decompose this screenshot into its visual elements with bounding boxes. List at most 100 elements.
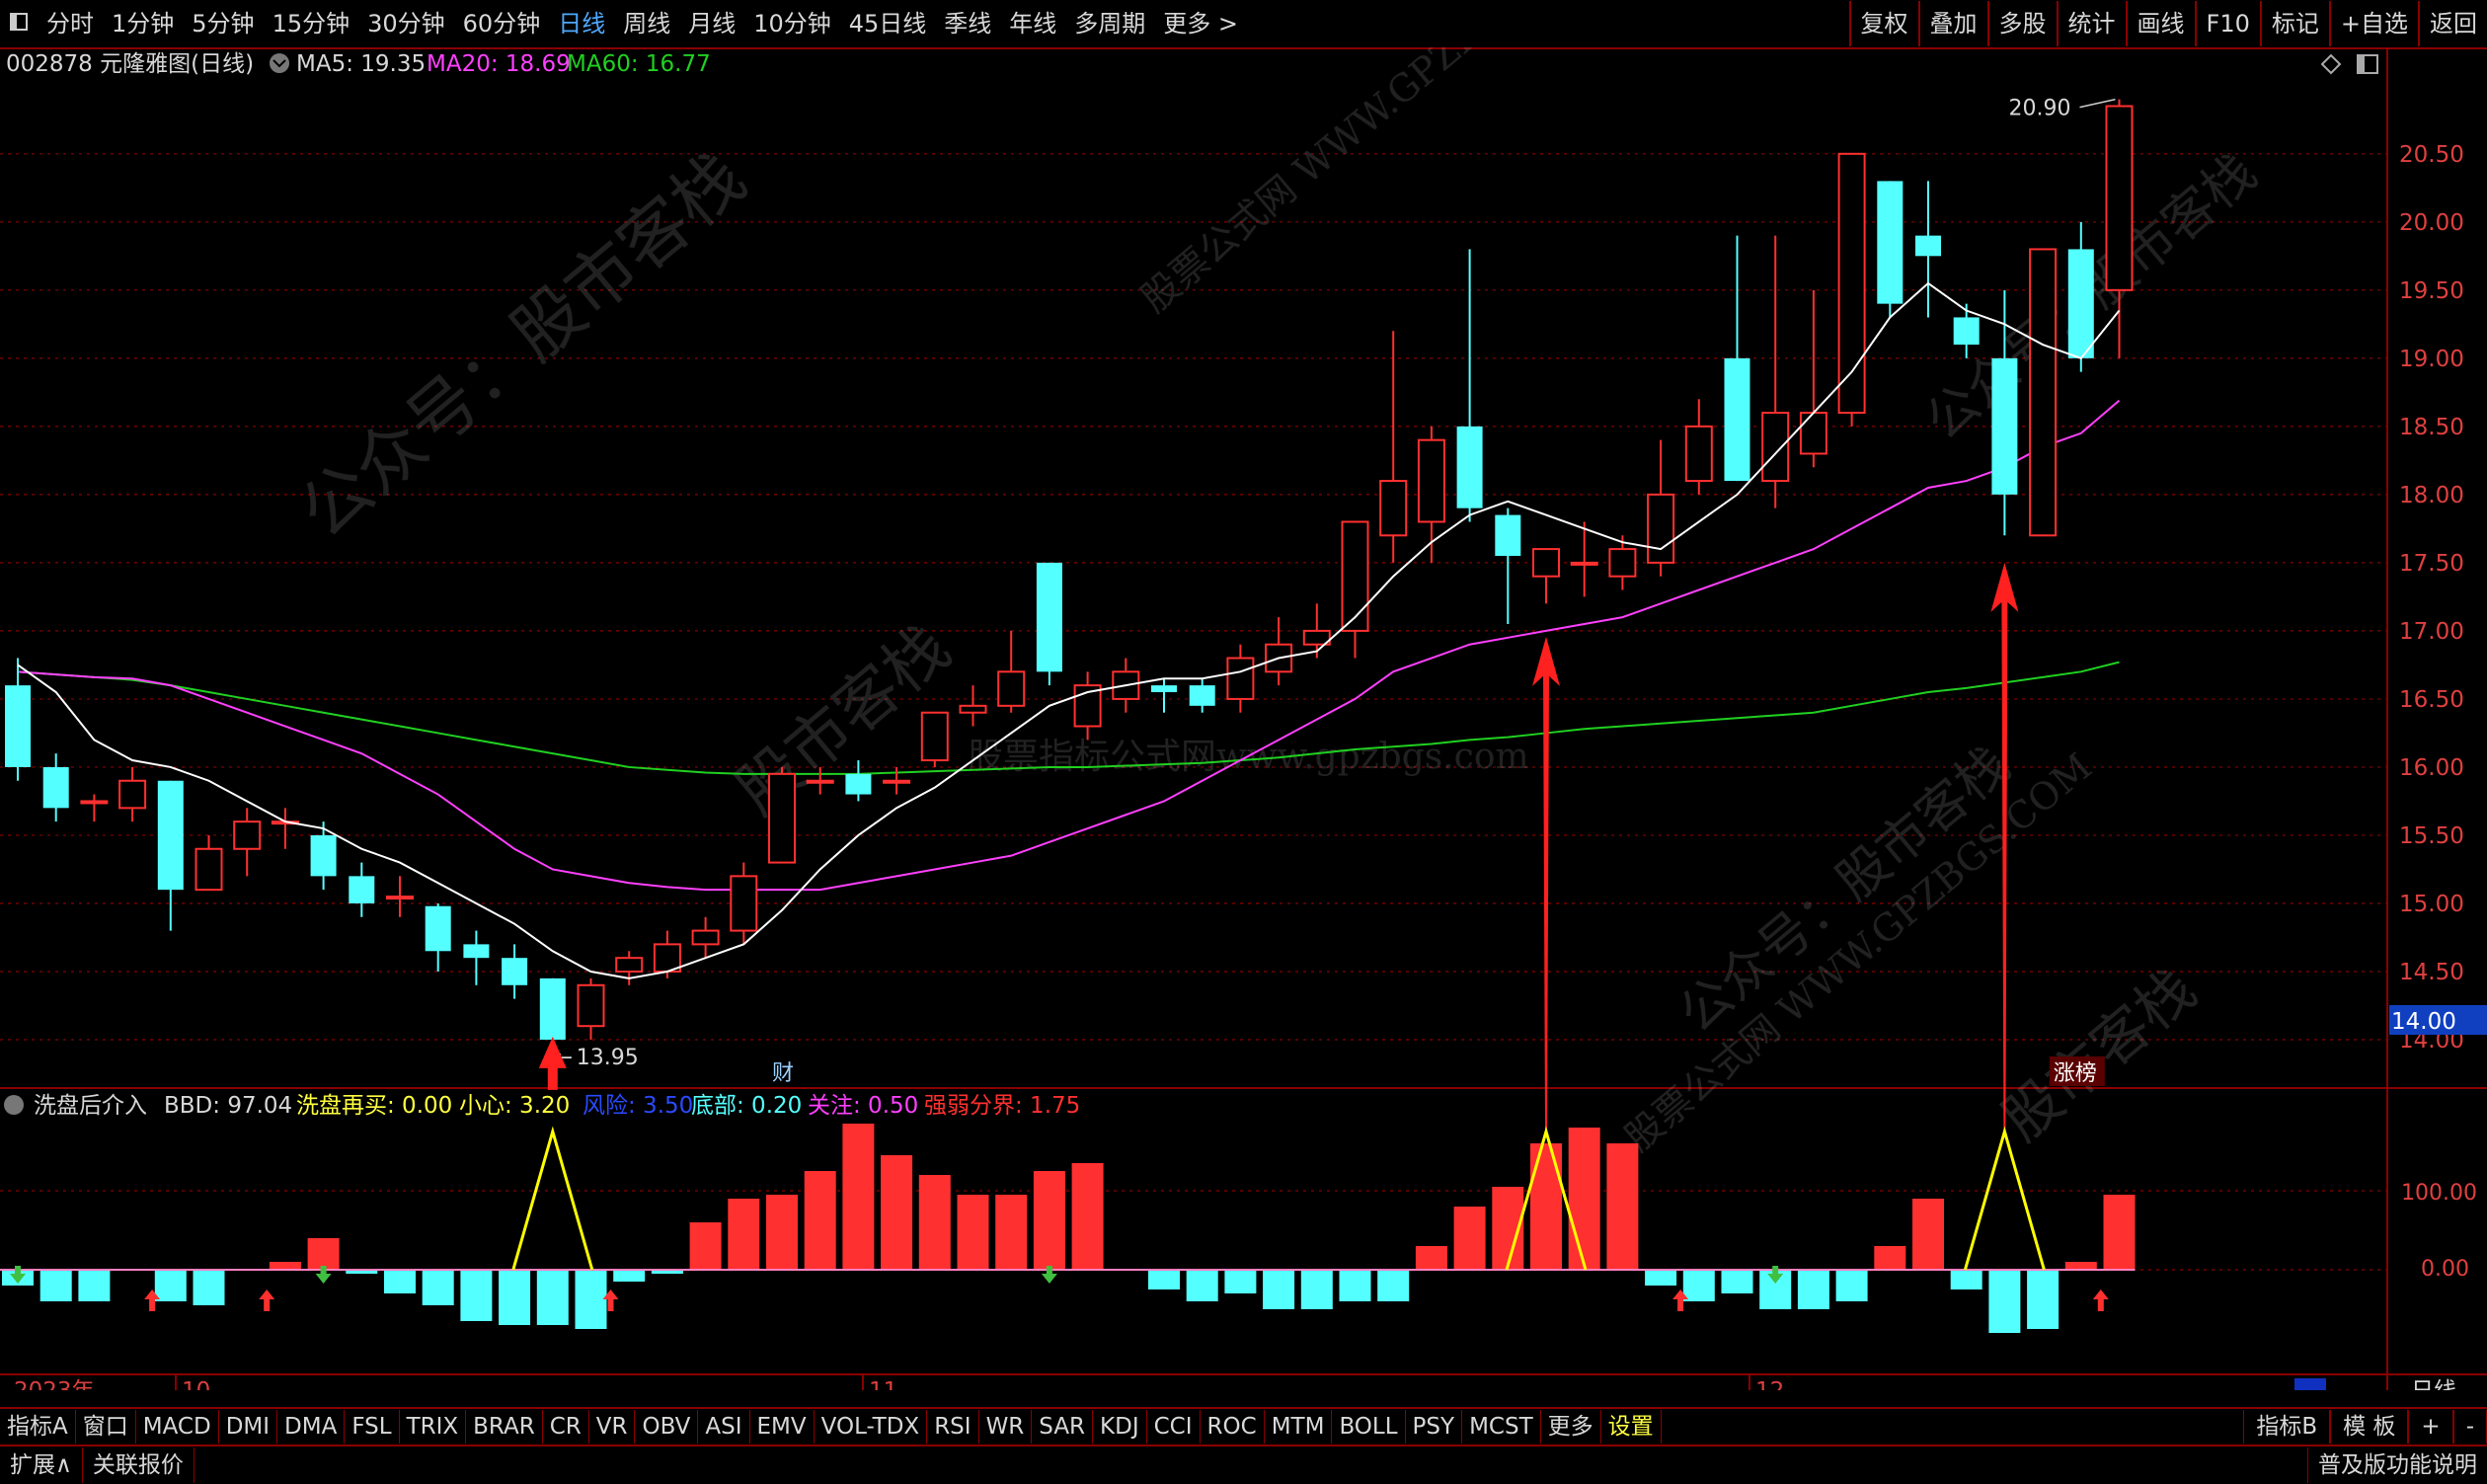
window-icon[interactable]: [0, 1, 38, 46]
period-button[interactable]: 5分钟: [183, 1, 263, 46]
candle-body: [502, 958, 528, 985]
indicator-qiangruo: 强弱分界: 1.75: [924, 1093, 1080, 1119]
indicator-bar: [1377, 1270, 1410, 1301]
candle: [1799, 289, 1827, 468]
indicator-right-button[interactable]: 指标B: [2243, 1410, 2331, 1444]
indicator-tab[interactable]: DMI: [219, 1410, 278, 1444]
indicator-right-button[interactable]: -: [2452, 1410, 2487, 1444]
candle: [425, 902, 451, 972]
period-button[interactable]: 15分钟: [264, 1, 359, 46]
diamond-icon[interactable]: [2320, 53, 2342, 75]
indicator-tab[interactable]: PSY: [1406, 1410, 1463, 1444]
indicator-bar: [1224, 1270, 1257, 1293]
candle-body: [1417, 438, 1445, 523]
period-button[interactable]: 月线: [679, 1, 744, 46]
candle: [310, 821, 337, 891]
indicator-tab[interactable]: ROC: [1201, 1410, 1265, 1444]
indicator-tab[interactable]: MCST: [1462, 1410, 1541, 1444]
indicator-tab[interactable]: MTM: [1265, 1410, 1333, 1444]
watermark-text: 公众号：股市客栈: [284, 136, 760, 554]
related-quote-button[interactable]: 关联报价: [83, 1447, 194, 1483]
candle-body: [463, 944, 490, 959]
toolbar-button[interactable]: 返回: [2418, 1, 2487, 46]
indicator-bar: [39, 1270, 72, 1301]
indicator-bar: [1912, 1199, 1944, 1270]
candle-body: [615, 957, 644, 973]
indicator-bar: [1950, 1270, 1982, 1289]
period-button[interactable]: 季线: [935, 1, 1000, 46]
candle-body: [539, 977, 566, 1040]
price-axis-label: 20.50: [2399, 142, 2464, 168]
toolbar-button[interactable]: 画线: [2125, 1, 2195, 46]
period-button[interactable]: 30分钟: [358, 1, 454, 46]
candle-body: [1837, 152, 1866, 415]
period-button[interactable]: 多周期: [1065, 1, 1154, 46]
indicator-tab[interactable]: VOL-TDX: [815, 1410, 928, 1444]
up-arrow-icon: [2092, 1289, 2109, 1311]
indicator-bar: [460, 1270, 493, 1321]
indicator-bar: [1568, 1128, 1600, 1270]
indicator-bar: [2103, 1195, 2136, 1270]
toolbar-button[interactable]: 叠加: [1917, 1, 1987, 46]
indicator-bar: [1148, 1270, 1180, 1289]
indicator-tab[interactable]: 窗口: [76, 1410, 136, 1444]
period-button[interactable]: 1分钟: [103, 1, 183, 46]
indicator-right-button[interactable]: 模 板: [2330, 1410, 2409, 1444]
indicator-tab[interactable]: KDJ: [1093, 1410, 1147, 1444]
kline-chart[interactable]: 20.50 20.00 19.50 19.00 18.50 18.00 17.50 17.00…: [0, 47, 2487, 1390]
candle-body: [1647, 493, 1675, 564]
toolbar-button[interactable]: +自选: [2328, 1, 2418, 46]
period-button[interactable]: 年线: [1000, 1, 1065, 46]
candle-body: [730, 875, 758, 932]
indicator-tab[interactable]: 指标A: [0, 1410, 76, 1444]
indicator-tab[interactable]: CCI: [1147, 1410, 1201, 1444]
indicator-tab[interactable]: 设置: [1601, 1410, 1662, 1444]
indicator-tab-bar: 指标A 窗口 MACD DMI DMA FSL TRIX BRAR CR VR OBV ASI EMV V…: [0, 1407, 2487, 1445]
candle: [1189, 678, 1215, 713]
indicator-xiaoxin: 小心: 3.20: [459, 1093, 570, 1119]
feature-help-link[interactable]: 普及版功能说明: [2307, 1447, 2487, 1483]
candle: [539, 977, 566, 1047]
indicator-tab[interactable]: DMA: [277, 1410, 346, 1444]
period-button[interactable]: 10分钟: [744, 1, 840, 46]
period-button[interactable]: 60分钟: [454, 1, 550, 46]
price-axis-label: 19.00: [2399, 347, 2464, 372]
indicator-tab[interactable]: MACD: [136, 1410, 219, 1444]
indicator-tab[interactable]: OBV: [635, 1410, 699, 1444]
indicator-tab[interactable]: EMV: [750, 1410, 815, 1444]
indicator-tab[interactable]: FSL: [345, 1410, 400, 1444]
finance-marker: 财: [772, 1061, 794, 1086]
indicator-tab[interactable]: ASI: [698, 1410, 750, 1444]
indicator-tab[interactable]: BRAR: [466, 1410, 543, 1444]
indicator-tab[interactable]: BOLL: [1332, 1410, 1406, 1444]
toolbar-button[interactable]: 标记: [2259, 1, 2329, 46]
settings-circle-icon[interactable]: [270, 53, 289, 73]
period-button[interactable]: 45日线: [840, 1, 936, 46]
period-button[interactable]: 日线: [549, 1, 614, 46]
period-button[interactable]: 周线: [614, 1, 679, 46]
indicator-settings-icon[interactable]: [4, 1095, 24, 1115]
candle-body: [1724, 357, 1750, 482]
period-button[interactable]: 更多 >: [1154, 1, 1247, 46]
indicator-right-button[interactable]: +: [2408, 1410, 2453, 1444]
indicator-bar: [613, 1270, 646, 1282]
toolbar-button[interactable]: 统计: [2056, 1, 2126, 46]
toolbar-button[interactable]: 多股: [1986, 1, 2057, 46]
expand-button[interactable]: 扩展∧: [0, 1447, 83, 1483]
toolbar-button[interactable]: F10: [2194, 1, 2260, 46]
indicator-tab[interactable]: SAR: [1032, 1410, 1094, 1444]
indicator-tab[interactable]: 更多: [1541, 1410, 1601, 1444]
indicator-tab[interactable]: WR: [979, 1410, 1033, 1444]
candle-body: [1877, 181, 1904, 304]
indicator-tab[interactable]: CR: [543, 1410, 589, 1444]
candle-body: [883, 779, 911, 784]
price-axis-label: 18.50: [2399, 415, 2464, 440]
period-button[interactable]: 分时: [38, 1, 103, 46]
toolbar-button[interactable]: 复权: [1848, 1, 1918, 46]
indicator-tab[interactable]: RSI: [927, 1410, 979, 1444]
indicator-tab[interactable]: VR: [589, 1410, 636, 1444]
candle: [1953, 303, 1980, 358]
indicator-tab[interactable]: TRIX: [400, 1410, 467, 1444]
price-axis-label: 16.50: [2399, 687, 2464, 713]
candle-body: [997, 670, 1026, 707]
